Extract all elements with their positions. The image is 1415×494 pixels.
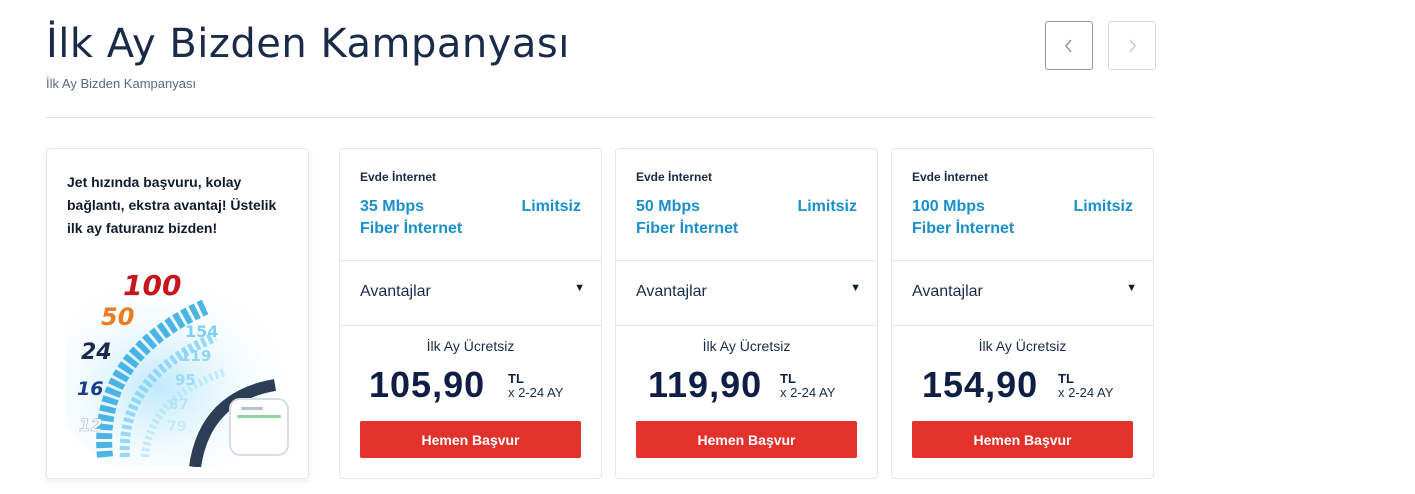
offer-category: Evde İnternet	[636, 170, 713, 184]
svg-text:87: 87	[169, 397, 188, 413]
page-title: İlk Ay Bizden Kampanyası	[46, 21, 570, 67]
svg-text:154: 154	[185, 322, 218, 341]
advantages-dropdown[interactable]: Avantajlar ▼	[616, 261, 877, 325]
page-subtitle: İlk Ay Bizden Kampanyası	[46, 76, 197, 91]
offer-speed: 35 Mbps Fiber İnternet	[360, 196, 462, 240]
offer-speed: 100 Mbps Fiber İnternet	[912, 196, 1014, 240]
caret-down-icon: ▼	[850, 282, 861, 294]
offer-period: x 2-24 AY	[780, 385, 836, 400]
apply-now-button[interactable]: Hemen Başvur	[912, 421, 1133, 458]
advantages-dropdown[interactable]: Avantajlar ▼	[340, 261, 601, 325]
offer-price: 154,90	[922, 364, 1039, 405]
offer-limit: Limitsiz	[521, 198, 581, 215]
chevron-left-icon	[1065, 39, 1072, 52]
offer-category: Evde İnternet	[912, 170, 989, 184]
offer-limit: Limitsiz	[1073, 198, 1133, 215]
svg-text:79: 79	[167, 419, 186, 435]
offer-divider	[340, 325, 601, 326]
campaign-header: İlk Ay Bizden Kampanyası İlk Ay Bizden K…	[46, 20, 1156, 91]
offer-speed: 50 Mbps Fiber İnternet	[636, 196, 738, 240]
speed-promo-illustration: 100 50 24 16 12 154 119 95 87 79	[65, 269, 290, 467]
offer-speed-type: Fiber İnternet	[636, 220, 739, 237]
offer-currency: TL	[780, 371, 796, 386]
offer-divider	[892, 325, 1153, 326]
offer-price: 105,90	[369, 364, 486, 405]
offer-price-row: 105,90 TL x 2-24 AY	[340, 362, 601, 408]
offer-speed-value: 100 Mbps	[912, 198, 985, 215]
advantages-dropdown[interactable]: Avantajlar ▼	[892, 261, 1153, 325]
advantages-label: Avantajlar	[360, 283, 431, 300]
carousel-next-button[interactable]	[1108, 21, 1156, 70]
offer-currency: TL	[508, 371, 524, 386]
svg-text:119: 119	[180, 347, 211, 365]
header-divider	[46, 117, 1156, 118]
carousel-prev-button[interactable]	[1045, 21, 1093, 70]
caret-down-icon: ▼	[574, 282, 585, 294]
svg-text:50: 50	[101, 303, 134, 331]
offer-promo-label: İlk Ay Ücretsiz	[978, 338, 1067, 354]
offer-period: x 2-24 AY	[1058, 385, 1114, 400]
offer-card-50: Evde İnternet 50 Mbps Fiber İnternet Lim…	[615, 148, 878, 479]
offer-card-35: Evde İnternet 35 Mbps Fiber İnternet Lim…	[339, 148, 602, 479]
caret-down-icon: ▼	[1126, 282, 1137, 294]
apply-now-button[interactable]: Hemen Başvur	[360, 421, 581, 458]
offer-card-100: Evde İnternet 100 Mbps Fiber İnternet Li…	[891, 148, 1154, 479]
advantages-label: Avantajlar	[912, 283, 983, 300]
svg-text:24: 24	[81, 340, 112, 365]
chevron-right-icon	[1129, 39, 1136, 52]
apply-now-button[interactable]: Hemen Başvur	[636, 421, 857, 458]
offer-speed-type: Fiber İnternet	[360, 220, 463, 237]
svg-text:12: 12	[79, 416, 103, 436]
offer-speed-value: 50 Mbps	[636, 198, 701, 215]
advantages-label: Avantajlar	[636, 283, 707, 300]
offer-period: x 2-24 AY	[508, 385, 564, 400]
offer-speed-type: Fiber İnternet	[912, 220, 1015, 237]
svg-text:100: 100	[123, 269, 181, 302]
offer-speed-value: 35 Mbps	[360, 198, 425, 215]
offer-price: 119,90	[648, 364, 763, 405]
offer-category: Evde İnternet	[360, 170, 437, 184]
promo-text: Jet hızında başvuru, kolay bağlantı, eks…	[67, 174, 277, 236]
offer-price-row: 154,90 TL x 2-24 AY	[892, 362, 1153, 408]
svg-text:16: 16	[77, 378, 103, 400]
svg-text:95: 95	[175, 371, 196, 389]
promo-card: Jet hızında başvuru, kolay bağlantı, eks…	[46, 148, 309, 479]
offer-divider	[616, 325, 877, 326]
offer-currency: TL	[1058, 371, 1074, 386]
offer-price-row: 119,90 TL x 2-24 AY	[616, 362, 877, 408]
offer-promo-label: İlk Ay Ücretsiz	[702, 338, 791, 354]
offer-promo-label: İlk Ay Ücretsiz	[426, 338, 515, 354]
offer-limit: Limitsiz	[797, 198, 857, 215]
